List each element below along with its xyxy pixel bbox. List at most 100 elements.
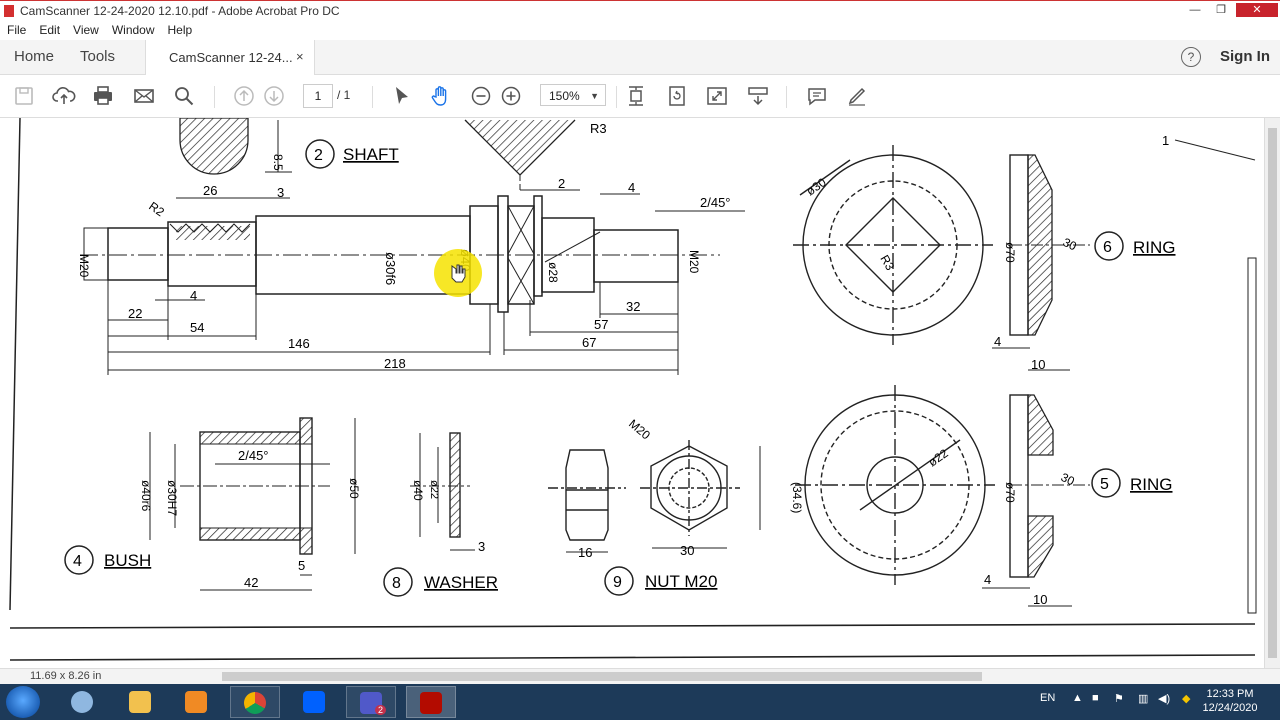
taskbar-clock[interactable]: 12:33 PM 12/24/2020 [1200, 687, 1260, 715]
washer-dim-22: ø22 [428, 480, 440, 499]
shaft-dim-32: 32 [626, 299, 640, 314]
bush-dim-5: 5 [298, 558, 305, 573]
bush-dim-30h7: ø30H7 [165, 480, 179, 516]
volume-icon[interactable]: ◀) [1158, 692, 1170, 705]
taskbar-file-explorer[interactable] [116, 686, 166, 718]
ring6-label: RING [1133, 238, 1176, 257]
search-icon[interactable] [172, 84, 196, 108]
upload-cloud-icon[interactable] [52, 84, 76, 108]
washer-dim-3: 3 [478, 539, 485, 554]
technical-drawing: 8.5 R3 2 SHAFT M20 R2 26 3 ø30f6 2 4 2/4… [9, 118, 1257, 661]
vertical-scrollbar[interactable] [1264, 118, 1280, 668]
shaft-dim-chamfer: 2/45° [700, 195, 731, 210]
page-number-input[interactable]: 1 [303, 84, 333, 108]
windows-start-button[interactable] [6, 686, 40, 718]
document-view[interactable]: 8.5 R3 2 SHAFT M20 R2 26 3 ø30f6 2 4 2/4… [0, 118, 1264, 668]
ring6-dim-30-angle: 30 [1061, 235, 1079, 253]
flag-icon[interactable]: ⚑ [1114, 692, 1124, 705]
ring5-label: RING [1130, 475, 1173, 494]
ring5-dim-30-angle: 30 [1059, 470, 1077, 488]
select-cursor-icon[interactable] [390, 84, 414, 108]
highlight-pen-icon[interactable] [845, 84, 869, 108]
language-indicator[interactable]: EN [1040, 692, 1055, 704]
page-total: / 1 [337, 88, 351, 102]
close-window-button[interactable]: ✕ [1236, 3, 1278, 17]
toolbar-separator [214, 86, 215, 108]
horizontal-scroll-thumb[interactable] [222, 672, 982, 681]
ring6-number: 6 [1103, 239, 1112, 256]
nut-dim-30: 30 [680, 543, 694, 558]
bush-dim-50: ø50 [347, 478, 361, 499]
update-icon[interactable]: ◆ [1182, 692, 1190, 705]
nut-dim-m20: M20 [626, 417, 653, 443]
acrobat-app-icon [4, 5, 14, 17]
tools-tab[interactable]: Tools [80, 48, 115, 65]
title-bar: CamScanner 12-24-2020 12.10.pdf - Adobe … [0, 0, 1280, 20]
shaft-label: SHAFT [343, 145, 399, 164]
shaft-dim-146: 146 [288, 336, 310, 351]
chrome-icon [244, 692, 266, 714]
zoom-level-select[interactable]: 150% ▼ [540, 84, 606, 106]
maximize-button[interactable]: ❐ [1208, 3, 1234, 17]
dropbox-icon [303, 691, 325, 713]
toolbar-separator [786, 86, 787, 108]
nut-label: NUT M20 [645, 572, 717, 591]
zoom-in-icon[interactable] [499, 84, 523, 108]
close-tab-icon[interactable]: × [296, 49, 304, 64]
taskbar-chrome[interactable] [230, 686, 280, 718]
menu-window[interactable]: Window [105, 20, 161, 37]
hand-tool-icon[interactable] [429, 84, 453, 108]
taskbar-media-player[interactable] [172, 686, 222, 718]
taskbar-acrobat[interactable] [406, 686, 456, 718]
nut-front-view [640, 440, 740, 536]
taskbar-dropbox[interactable] [290, 686, 340, 718]
nut-dim-16: 16 [578, 545, 592, 560]
menu-help[interactable]: Help [161, 20, 199, 37]
save-icon[interactable] [12, 84, 36, 108]
menu-bar: File Edit View Window Help [0, 20, 1280, 40]
menu-edit[interactable]: Edit [32, 20, 66, 37]
shaft-dim-4: 4 [628, 180, 635, 195]
ring6-dim-30: ø30 [804, 175, 829, 199]
network-icon[interactable]: ▥ [1138, 692, 1148, 705]
menu-view[interactable]: View [66, 20, 105, 37]
rotate-view-icon[interactable] [665, 84, 689, 108]
ring6-dim-4: 4 [994, 334, 1001, 349]
comment-icon[interactable] [805, 84, 829, 108]
tray-expand-icon[interactable]: ▲ [1072, 692, 1083, 704]
bush-number: 4 [73, 553, 82, 570]
zoom-level-value: 150% [549, 89, 580, 103]
search-app-icon [71, 691, 93, 713]
next-page-icon[interactable] [262, 84, 286, 108]
tray-apps-icon[interactable]: ■ [1092, 692, 1099, 704]
minimize-button[interactable]: — [1182, 3, 1208, 17]
bush-dim-chamfer: 2/45° [238, 448, 269, 463]
chevron-down-icon: ▼ [590, 91, 599, 101]
shaft-dim-28: ø28 [546, 262, 560, 283]
document-tab-label: CamScanner 12-24... [169, 50, 293, 65]
help-icon[interactable]: ? [1181, 47, 1201, 67]
scroll-mode-icon[interactable] [746, 84, 770, 108]
fit-page-icon[interactable] [624, 84, 648, 108]
toolbar-separator [372, 86, 373, 108]
home-tab[interactable]: Home [14, 48, 54, 65]
email-icon[interactable] [132, 84, 156, 108]
sign-in-link[interactable]: Sign In [1220, 48, 1270, 65]
shaft-dim-m20-left: M20 [77, 254, 91, 278]
page-size-label: 11.69 x 8.26 in [30, 670, 102, 682]
menu-file[interactable]: File [0, 20, 32, 37]
taskbar-search-app[interactable] [58, 686, 108, 718]
previous-page-icon[interactable] [232, 84, 256, 108]
shaft-dim-57: 57 [594, 317, 608, 332]
bush-dim-40r6: ø40r6 [139, 480, 153, 512]
taskbar-teams[interactable]: 2 [346, 686, 396, 718]
ring6-dim-70: ø70 [1003, 242, 1017, 263]
document-tab[interactable]: CamScanner 12-24... × [145, 40, 315, 75]
shaft-dim-4-bottom: 4 [190, 288, 197, 303]
print-icon[interactable] [91, 84, 115, 108]
vertical-scroll-thumb[interactable] [1268, 128, 1277, 658]
full-screen-icon[interactable] [705, 84, 729, 108]
ring5-number: 5 [1100, 476, 1109, 493]
bush-label: BUSH [104, 551, 151, 570]
zoom-out-icon[interactable] [469, 84, 493, 108]
